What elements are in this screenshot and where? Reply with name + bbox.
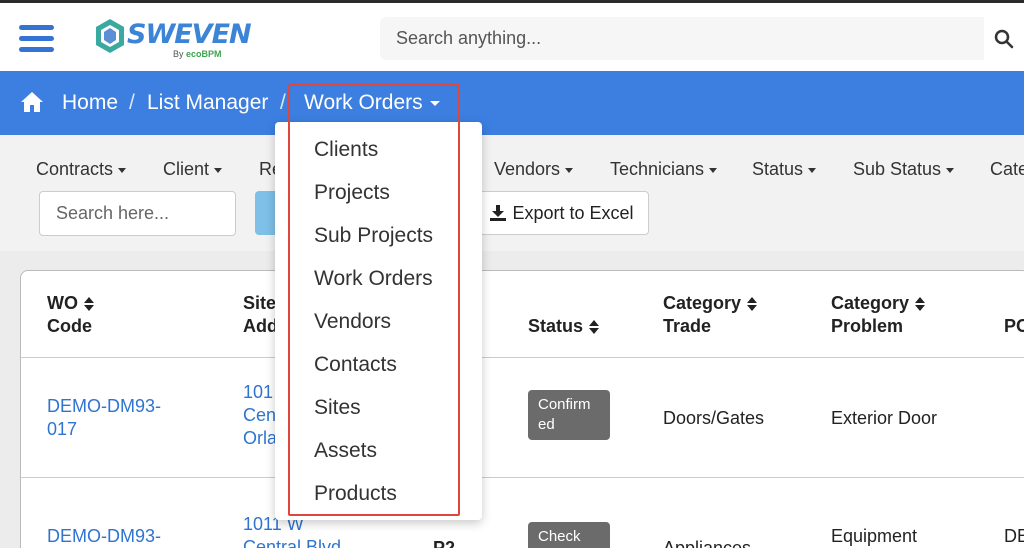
- filter-bar: Contracts Client Re Vendors Technicians …: [0, 135, 1024, 251]
- header-site-address[interactable]: Site Add: [243, 292, 278, 338]
- header-category-problem[interactable]: Category Problem: [831, 292, 926, 338]
- chevron-down-icon: [808, 167, 817, 173]
- logo-hexagon-icon: [96, 19, 124, 53]
- logo-subtitle: By ecoBPM: [173, 49, 222, 59]
- search-button[interactable]: [984, 17, 1024, 60]
- chevron-down-icon: [709, 167, 718, 173]
- hamburger-menu-icon[interactable]: [19, 25, 54, 53]
- menu-item-products[interactable]: Products: [314, 482, 397, 506]
- row-2-wo-code[interactable]: DEMO-DM93-: [47, 525, 161, 548]
- export-to-excel-button[interactable]: Export to Excel: [475, 191, 649, 235]
- row-2-status-badge: Check: [528, 522, 610, 548]
- chevron-down-icon: [565, 167, 574, 173]
- breadcrumb-separator: /: [129, 91, 135, 114]
- filter-label: Client: [163, 159, 210, 179]
- list-manager-dropdown-menu: Clients Projects Sub Projects Work Order…: [275, 122, 482, 520]
- logo-text: SWEVEN: [127, 19, 252, 50]
- breadcrumb-home[interactable]: Home: [62, 91, 118, 115]
- top-bar: SWEVEN By ecoBPM: [0, 0, 1024, 71]
- row-2-priority: P2: [433, 538, 456, 548]
- row-divider: [21, 477, 1024, 478]
- header-po[interactable]: PO: [1004, 315, 1024, 338]
- filter-label: Status: [752, 159, 804, 179]
- menu-item-clients[interactable]: Clients: [314, 138, 378, 162]
- filter-label: Sub Status: [853, 159, 942, 179]
- breadcrumb-work-orders-dropdown[interactable]: Work Orders: [304, 91, 440, 115]
- sort-icon: [915, 297, 926, 312]
- header-wo-code[interactable]: WO Code: [47, 292, 94, 338]
- menu-item-work-orders[interactable]: Work Orders: [314, 267, 433, 291]
- filter-vendors[interactable]: Vendors: [494, 159, 574, 180]
- export-label: Export to Excel: [512, 202, 634, 223]
- breadcrumb-separator: /: [280, 91, 286, 114]
- filter-label: Technicians: [610, 159, 705, 179]
- row-1-category-problem: Exterior Door: [831, 408, 938, 428]
- table-search-input[interactable]: [39, 191, 236, 236]
- download-icon: [490, 205, 507, 221]
- filter-client[interactable]: Client: [163, 159, 223, 180]
- row-2-po: DE: [1004, 526, 1024, 546]
- filter-status[interactable]: Status: [752, 159, 817, 180]
- row-2-category-problem: Equipment: [831, 526, 918, 546]
- menu-item-projects[interactable]: Projects: [314, 181, 390, 205]
- filter-contracts[interactable]: Contracts: [36, 159, 127, 180]
- filter-category[interactable]: Cate: [990, 159, 1024, 180]
- chevron-down-icon: [946, 167, 955, 173]
- menu-item-vendors[interactable]: Vendors: [314, 310, 391, 334]
- filter-label: Cate: [990, 159, 1024, 179]
- breadcrumb-current-label: Work Orders: [304, 91, 423, 114]
- filter-sub-status[interactable]: Sub Status: [853, 159, 955, 180]
- menu-item-assets[interactable]: Assets: [314, 439, 377, 463]
- filter-label: Vendors: [494, 159, 561, 179]
- search-icon: [994, 29, 1014, 48]
- chevron-down-icon: [118, 167, 127, 173]
- menu-item-sub-projects[interactable]: Sub Projects: [314, 224, 433, 248]
- menu-item-contacts[interactable]: Contacts: [314, 353, 397, 377]
- global-search-input[interactable]: [380, 17, 984, 60]
- breadcrumb-list-manager[interactable]: List Manager: [147, 91, 268, 115]
- row-1-category-trade: Doors/Gates: [663, 408, 765, 428]
- sort-icon: [747, 297, 758, 312]
- filter-technicians[interactable]: Technicians: [610, 159, 718, 180]
- row-1-wo-code[interactable]: DEMO-DM93- 017: [47, 395, 161, 441]
- chevron-down-icon: [214, 167, 223, 173]
- filter-label: Contracts: [36, 159, 114, 179]
- global-search: [380, 17, 1024, 60]
- sort-icon: [589, 320, 600, 335]
- logo[interactable]: SWEVEN By ecoBPM: [95, 16, 252, 62]
- row-1-status-badge: Confirm ed: [528, 390, 610, 440]
- breadcrumb: Home / List Manager / Work Orders: [0, 71, 1024, 135]
- row-2-category-trade: Appliances: [663, 538, 752, 548]
- menu-item-sites[interactable]: Sites: [314, 396, 361, 420]
- header-category-trade[interactable]: Category Trade: [663, 292, 758, 338]
- row-divider: [21, 357, 1024, 358]
- row-1-site-address[interactable]: 101 Cen Orla: [243, 381, 277, 450]
- sort-icon: [84, 297, 94, 312]
- header-status[interactable]: Status: [528, 315, 600, 338]
- home-icon[interactable]: [20, 91, 44, 113]
- chevron-down-icon: [429, 100, 440, 106]
- work-orders-table: WO Code Site Add Status Category Trade C…: [20, 270, 1024, 548]
